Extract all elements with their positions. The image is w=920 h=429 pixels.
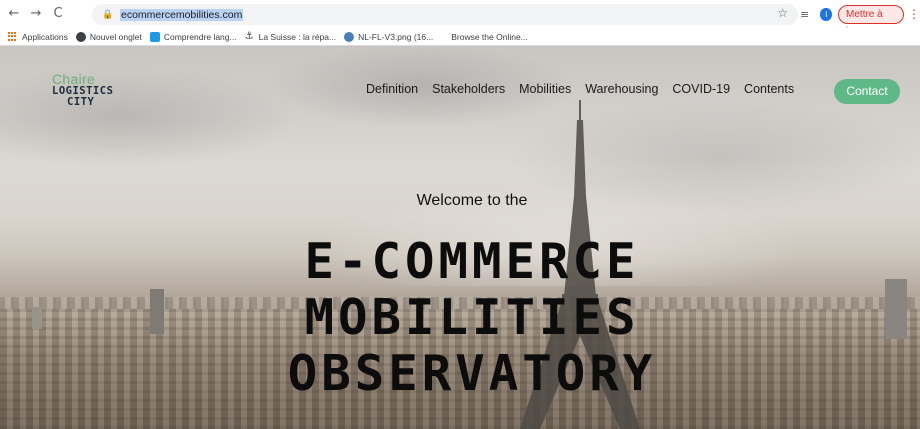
bookmark-star-icon[interactable]: ☆ <box>777 6 788 20</box>
hero-section: Chaire LOGISTICS CITY Definition Stakeho… <box>0 46 920 429</box>
bookmark-label: Browse the Online... <box>451 31 528 42</box>
bookmark-new-tab[interactable]: Nouvel onglet <box>75 31 142 42</box>
nav-definition[interactable]: Definition <box>366 82 418 96</box>
reload-button[interactable]: C <box>50 6 66 22</box>
nav-mobilities[interactable]: Mobilities <box>519 82 571 96</box>
bookmark-favicon <box>149 31 160 42</box>
hero-title-line: OBSERVATORY <box>287 345 657 402</box>
address-bar[interactable]: 🔒 ecommercemobilities.com ☆ <box>92 4 798 25</box>
logo-city: CITY <box>67 96 95 108</box>
browser-toolbar: ← → C 🔒 ecommercemobilities.com ☆ ≡ I Me… <box>0 0 920 37</box>
update-button[interactable]: Mettre à jour <box>838 4 904 37</box>
profile-avatar[interactable]: I <box>820 7 833 21</box>
lock-icon: 🔒 <box>102 9 114 20</box>
bookmark-nl-fl[interactable]: NL-FL-V3.png (16... <box>344 31 434 42</box>
bookmark-comprendre[interactable]: Comprendre lang... <box>149 31 237 42</box>
main-nav: Definition Stakeholders Mobilities Wareh… <box>366 82 808 96</box>
reading-list-icon[interactable]: ≡ <box>800 8 812 21</box>
bookmark-label: NL-FL-V3.png (16... <box>358 31 434 42</box>
bookmarks-bar: Applications Nouvel onglet Comprendre la… <box>0 28 920 46</box>
bookmark-label: La Suisse : la répa... <box>258 31 337 42</box>
contact-button[interactable]: Contact <box>834 79 900 104</box>
hero-title-line: E-COMMERCE <box>304 233 640 290</box>
hero-title: E-COMMERCE MOBILITIES OBSERVATORY <box>0 234 920 402</box>
menu-dots-icon[interactable]: ⋮ <box>908 7 920 21</box>
back-button[interactable]: ← <box>6 6 22 22</box>
url-text[interactable]: ecommercemobilities.com <box>120 8 244 21</box>
nav-contents[interactable]: Contents <box>744 82 794 96</box>
image-favicon <box>344 31 355 42</box>
bookmark-label: Nouvel onglet <box>89 31 142 42</box>
bookmark-applications[interactable]: Applications <box>8 31 68 42</box>
bookmark-la-suisse[interactable]: ⚓ La Suisse : la répa... <box>244 30 337 42</box>
nav-stakeholders[interactable]: Stakeholders <box>432 82 505 96</box>
bookmark-label: Applications <box>22 31 68 42</box>
site-logo[interactable]: Chaire LOGISTICS CITY <box>52 72 132 108</box>
hero-title-line: MOBILITIES <box>304 289 640 346</box>
logo-chaire: Chaire <box>52 71 96 87</box>
bookmark-label: Comprendre lang... <box>163 31 237 42</box>
anchor-icon: ⚓ <box>244 30 254 42</box>
bookmark-browse-online[interactable]: Browse the Online... <box>451 32 528 42</box>
apps-grid-icon <box>8 31 18 42</box>
nav-covid-19[interactable]: COVID-19 <box>672 82 730 96</box>
chrome-icon <box>75 31 86 42</box>
forward-button[interactable]: → <box>28 6 44 22</box>
nav-warehousing[interactable]: Warehousing <box>585 82 658 96</box>
welcome-text: Welcome to the <box>416 192 528 209</box>
